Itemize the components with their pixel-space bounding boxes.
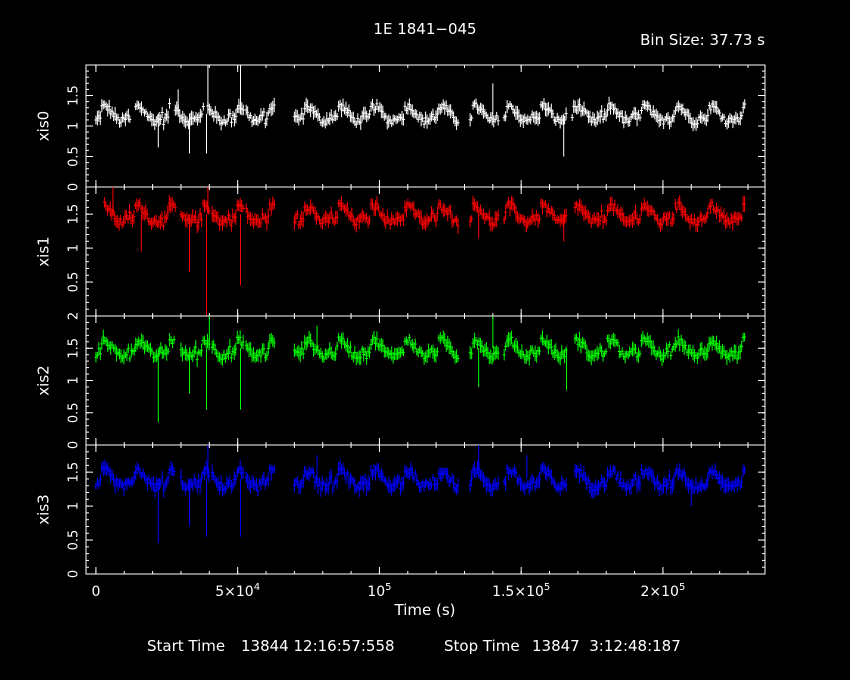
panel-frame xyxy=(85,186,766,317)
panel-label-xis3: xis3 xyxy=(35,494,53,524)
chart-title: 1E 1841−045 xyxy=(373,20,476,38)
panel-xis2: 0 0.5 1 1.5 2 xis2 xyxy=(35,312,766,449)
y-tick-label: 0.5 xyxy=(67,530,82,551)
panel-label-xis1: xis1 xyxy=(35,236,53,266)
panel-xis1: 0.5 1 1.5 xis1 xyxy=(35,186,766,317)
y-tick-label: 1 xyxy=(67,376,82,384)
bin-size-label: Bin Size: 37.73 s xyxy=(640,31,765,49)
y-tick-label: 1.5 xyxy=(67,462,82,483)
y-tick-label: 1 xyxy=(67,244,82,252)
y-tick-label: 1.5 xyxy=(67,338,82,359)
stop-time-value: 13847 3:12:48:187 xyxy=(532,637,681,655)
y-tick-label: 1 xyxy=(67,502,82,510)
series-xis0 xyxy=(94,65,747,157)
panel-xis0: 0 0.5 1 1.5 xis0 xyxy=(35,64,766,191)
y-tick-label: 0.5 xyxy=(67,146,82,167)
series-xis1 xyxy=(102,187,747,316)
y-tick-label: 0.5 xyxy=(67,272,82,293)
panel-frame xyxy=(85,315,766,446)
panel-xis3: 0 0.5 1 1.5 xis3 xyxy=(35,444,766,578)
y-tick-label: 0 xyxy=(67,441,82,449)
series-xis3 xyxy=(94,445,747,544)
panel-frame xyxy=(85,444,766,575)
panel-label-xis0: xis0 xyxy=(35,111,53,141)
x-tick-label: 2×105 xyxy=(641,582,686,600)
y-tick-label: 1.5 xyxy=(67,204,82,225)
x-tick-label: 0 xyxy=(91,584,100,600)
y-tick-label: 1 xyxy=(67,122,82,130)
start-time-value: 13844 12:16:57:558 xyxy=(241,637,395,655)
panels-group: 00.511.5xis00.511.5xis100.511.52xis200.5… xyxy=(35,64,766,578)
y-tick-label: 2 xyxy=(67,312,82,320)
series-xis2 xyxy=(94,316,747,423)
start-time-label: Start Time xyxy=(147,637,225,655)
x-tick-label: 1.5×105 xyxy=(492,582,550,600)
x-axis-label: Time (s) xyxy=(394,601,456,619)
lightcurve-chart: 1E 1841−045 Bin Size: 37.73 s 0 0.5 1 1.5 xi… xyxy=(35,20,766,655)
panel-label-xis2: xis2 xyxy=(35,365,53,395)
x-tick-label: 105 xyxy=(367,582,391,600)
x-axis: 0 5×104 105 1.5×105 2×105 xyxy=(91,582,685,600)
y-tick-label: 0 xyxy=(67,570,82,578)
y-tick-label: 1.5 xyxy=(67,85,82,106)
y-tick-label: 0 xyxy=(67,183,82,191)
stop-time-label: Stop Time xyxy=(444,637,520,655)
x-tick-label: 5×104 xyxy=(215,582,260,600)
y-tick-label: 0.5 xyxy=(67,402,82,423)
